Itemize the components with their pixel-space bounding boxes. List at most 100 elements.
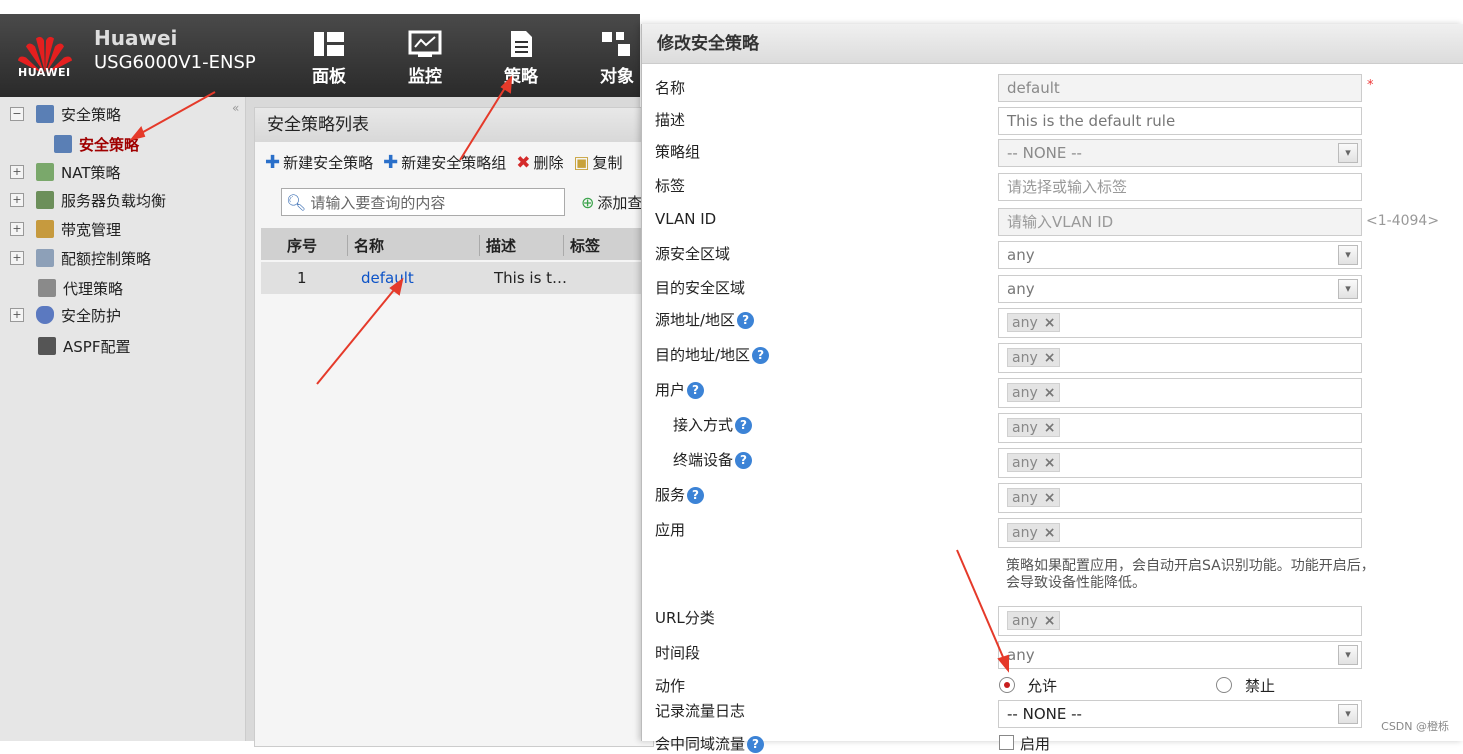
collapse-icon[interactable]: − [10, 107, 24, 121]
bandwidth-icon [36, 220, 54, 238]
help-icon[interactable]: ? [737, 312, 755, 329]
log-value: -- NONE -- [1007, 705, 1082, 723]
src-zone-label: 源安全区域 [655, 245, 731, 263]
dst-zone-select[interactable]: any ▾ [998, 275, 1362, 303]
nav-object[interactable]: 对象 [587, 30, 647, 87]
edit-policy-dialog: 修改安全策略 名称 default * 描述 This is the defau… [641, 24, 1463, 753]
nav-monitor[interactable]: 监控 [395, 30, 455, 87]
sidebar-item-label: 带宽管理 [61, 220, 122, 239]
col-index[interactable]: 序号 [281, 235, 317, 256]
col-tag[interactable]: 标签 [563, 235, 600, 256]
center-area: 安全策略列表 ✚ 新建安全策略 ✚ 新建安全策略组 ✖ 删除 ▣ 复制 🔍︎ 请… [246, 97, 654, 747]
terminal-field[interactable]: any × [998, 448, 1362, 478]
sidebar-item-quota[interactable]: + 配额控制策略 [10, 247, 151, 269]
expand-icon[interactable]: + [10, 308, 24, 322]
chevron-down-icon[interactable]: ▾ [1338, 143, 1358, 163]
row-name-link[interactable]: default [361, 269, 414, 287]
help-icon[interactable]: ? [735, 452, 753, 469]
new-policy-group-button[interactable]: ✚ 新建安全策略组 [383, 152, 506, 173]
sidebar-item-nat[interactable]: + NAT策略 [10, 161, 120, 183]
remove-tag-icon[interactable]: × [1044, 420, 1056, 436]
sidebar-item-aspf[interactable]: ASPF配置 [38, 335, 130, 357]
expand-icon[interactable]: + [10, 251, 24, 265]
copy-button[interactable]: ▣ 复制 [573, 152, 622, 173]
new-policy-label: 新建安全策略 [283, 154, 374, 172]
desc-label: 描述 [655, 111, 686, 129]
row-index: 1 [297, 269, 307, 287]
help-icon[interactable]: ? [752, 347, 770, 364]
time-label: 时间段 [655, 644, 701, 662]
service-field[interactable]: any × [998, 483, 1362, 513]
src-zone-select[interactable]: any ▾ [998, 241, 1362, 269]
search-input[interactable]: 🔍︎ 请输入要查询的内容 [281, 188, 565, 216]
collapse-sidebar-icon[interactable]: « [232, 101, 239, 115]
group-select[interactable]: -- NONE -- ▾ [998, 139, 1362, 167]
allow-radio[interactable] [999, 677, 1015, 693]
sidebar-item-bandwidth[interactable]: + 带宽管理 [10, 218, 121, 240]
sidebar-item-proxy[interactable]: 代理策略 [38, 277, 123, 299]
new-policy-button[interactable]: ✚ 新建安全策略 [265, 152, 373, 173]
sidebar-item-label: 代理策略 [63, 279, 124, 298]
chevron-down-icon[interactable]: ▾ [1338, 245, 1358, 265]
allow-label[interactable]: 允许 [1027, 675, 1057, 696]
search-placeholder: 请输入要查询的内容 [310, 193, 446, 212]
expand-icon[interactable]: + [10, 165, 24, 179]
access-field[interactable]: any × [998, 413, 1362, 443]
url-field[interactable]: any × [998, 606, 1362, 636]
any-tag: any × [1007, 418, 1061, 437]
remove-tag-icon[interactable]: × [1044, 315, 1056, 331]
vlan-label: VLAN ID [655, 210, 717, 228]
help-icon[interactable]: ? [747, 736, 765, 753]
remove-tag-icon[interactable]: × [1044, 385, 1056, 401]
enable-checkbox[interactable] [999, 735, 1014, 750]
sidebar-item-slb[interactable]: + 服务器负载均衡 [10, 189, 166, 211]
monitor-icon [408, 30, 442, 57]
enable-label[interactable]: 启用 [1020, 733, 1050, 754]
any-tag: any × [1007, 611, 1061, 630]
col-desc[interactable]: 描述 [479, 235, 516, 256]
table-header: 序号 名称 描述 标签 [261, 228, 651, 260]
src-addr-field[interactable]: any × [998, 308, 1362, 338]
remove-tag-icon[interactable]: × [1044, 613, 1056, 629]
vlan-input[interactable]: 请输入VLAN ID [998, 208, 1362, 236]
time-select[interactable]: any ▾ [998, 641, 1362, 669]
remove-tag-icon[interactable]: × [1044, 350, 1056, 366]
remove-tag-icon[interactable]: × [1044, 525, 1056, 541]
policy-document-icon [511, 31, 532, 57]
help-icon[interactable]: ? [735, 417, 753, 434]
device-model: USG6000V1-ENSP [94, 52, 256, 73]
help-icon[interactable]: ? [687, 487, 705, 504]
nav-monitor-label: 监控 [408, 67, 442, 87]
name-field[interactable]: default [998, 74, 1362, 102]
remove-tag-icon[interactable]: × [1044, 455, 1056, 471]
table-row[interactable]: 1 default This is t… [261, 262, 651, 294]
expand-icon[interactable]: + [10, 222, 24, 236]
dst-zone-label: 目的安全区域 [655, 279, 746, 297]
user-label: 用户? [655, 379, 705, 400]
sidebar-item-protection[interactable]: + 安全防护 [10, 304, 121, 326]
deny-radio[interactable] [1216, 677, 1232, 693]
chevron-down-icon[interactable]: ▾ [1338, 279, 1358, 299]
dst-addr-field[interactable]: any × [998, 343, 1362, 373]
col-name[interactable]: 名称 [347, 235, 384, 256]
chevron-down-icon[interactable]: ▾ [1338, 645, 1358, 665]
deny-label[interactable]: 禁止 [1245, 675, 1275, 696]
remove-tag-icon[interactable]: × [1044, 490, 1056, 506]
expand-icon[interactable]: + [10, 193, 24, 207]
log-select[interactable]: -- NONE -- ▾ [998, 700, 1362, 728]
desc-field[interactable]: This is the default rule [998, 107, 1362, 135]
sidebar-item-security-policy-group[interactable]: − 安全策略 [10, 103, 121, 125]
delete-button[interactable]: ✖ 删除 [516, 152, 563, 173]
tag-input[interactable]: 请选择或输入标签 [998, 173, 1362, 201]
chevron-down-icon[interactable]: ▾ [1338, 704, 1358, 724]
nav-dashboard[interactable]: 面板 [299, 30, 359, 87]
add-query-button[interactable]: ⊕ 添加查 [581, 192, 642, 213]
app-header: HUAWEI Huawei USG6000V1-ENSP 面板 监控 策略 对象 [0, 14, 640, 97]
nav-policy[interactable]: 策略 [491, 30, 551, 87]
app-field[interactable]: any × [998, 518, 1362, 548]
object-icon [602, 32, 630, 56]
sidebar-item-security-policy[interactable]: 安全策略 [54, 133, 139, 155]
help-icon[interactable]: ? [687, 382, 705, 399]
user-field[interactable]: any × [998, 378, 1362, 408]
log-label: 记录流量日志 [655, 702, 746, 720]
